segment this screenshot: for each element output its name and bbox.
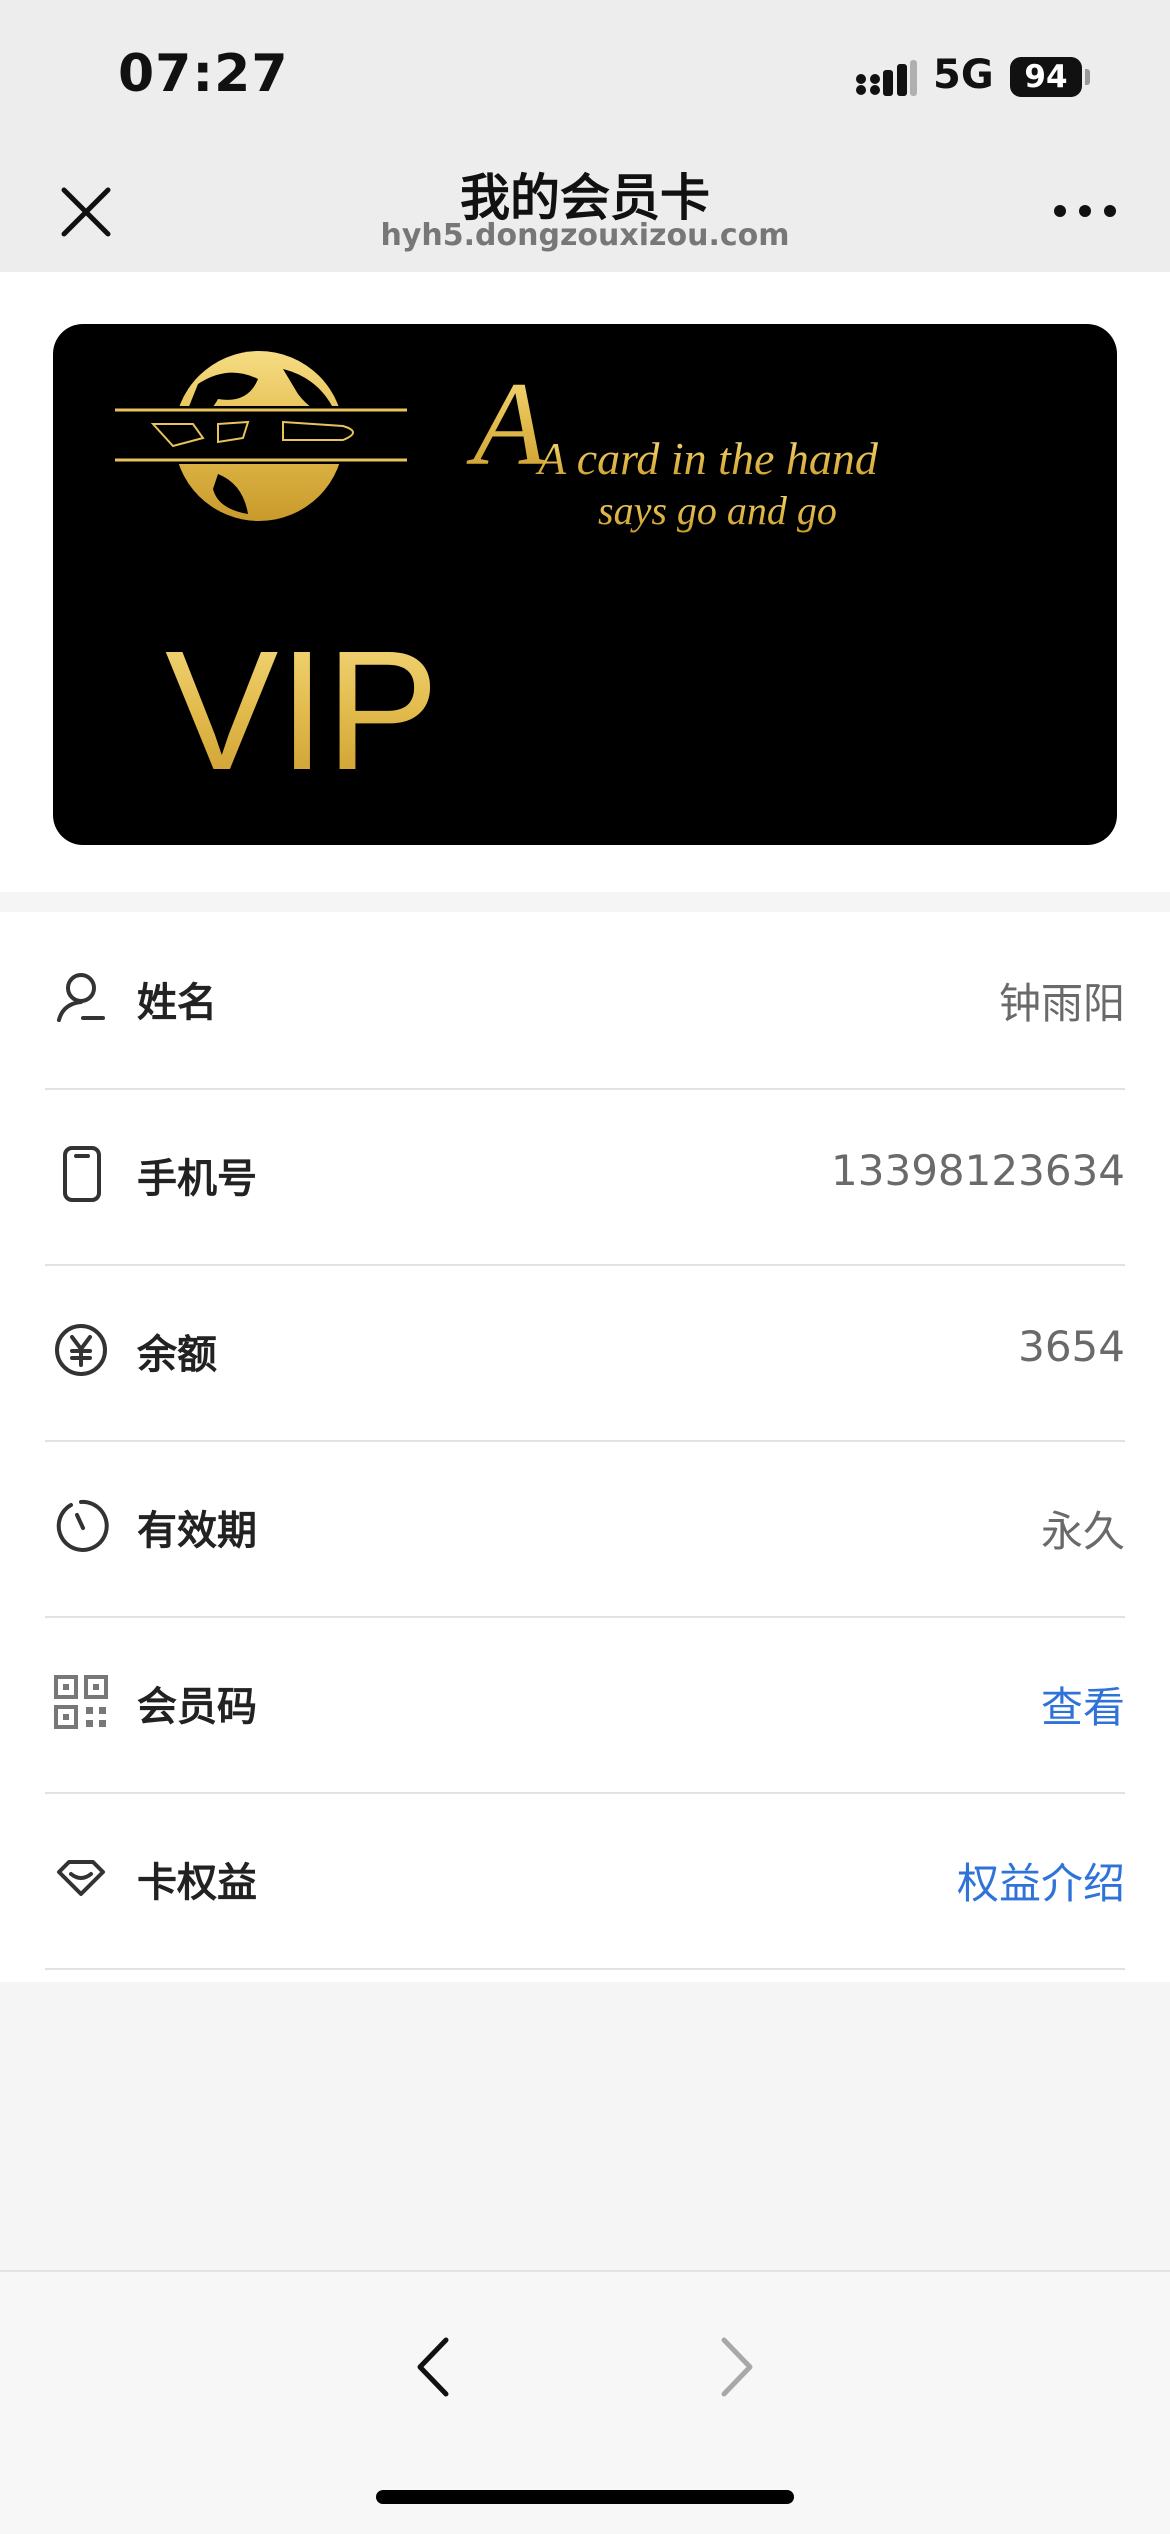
heart-badge-icon	[57, 1860, 105, 1896]
card-section: A A card in the hand says go and go VIP	[0, 272, 1170, 892]
more-icon[interactable]	[1050, 196, 1120, 226]
qrcode-icon	[54, 1675, 108, 1729]
row-card-benefits[interactable]: 卡权益 权益介绍	[45, 1792, 1125, 1970]
row-phone: 手机号 13398123634	[45, 1088, 1125, 1266]
benefits-intro-link[interactable]: 权益介绍	[957, 1850, 1125, 1911]
row-value: 钟雨阳	[998, 979, 1125, 1028]
view-code-link[interactable]: 查看	[1041, 1674, 1125, 1735]
home-indicator	[376, 2490, 794, 2504]
globe-logo	[115, 351, 407, 521]
row-label: 会员码	[137, 1684, 257, 1730]
signal-icon	[856, 60, 917, 96]
vip-card-image: A A card in the hand says go and go VIP	[53, 324, 1117, 845]
forward-arrow-icon[interactable]	[712, 2332, 762, 2402]
nav-bar: 我的会员卡 hyh5.dongzouxizou.com	[0, 150, 1170, 272]
row-label: 卡权益	[137, 1860, 257, 1906]
row-balance: 余额 3654	[45, 1264, 1125, 1442]
network-type: 5G	[933, 52, 994, 98]
yen-icon	[55, 1324, 107, 1376]
member-info-list: 姓名 钟雨阳 手机号 13398123634 余额 3654 有效期 永久 会员…	[0, 912, 1170, 1982]
svg-text:A: A	[466, 357, 547, 490]
row-value: 3654	[1018, 1322, 1125, 1371]
battery-icon: 94	[1010, 57, 1082, 97]
row-label: 余额	[137, 1332, 217, 1378]
phone-icon	[63, 1146, 101, 1202]
card-tagline-line1: A card in the hand	[535, 433, 879, 484]
person-icon	[57, 973, 105, 1022]
back-arrow-icon[interactable]	[408, 2332, 458, 2402]
row-name: 姓名 钟雨阳	[45, 912, 1125, 1090]
row-validity: 有效期 永久	[45, 1440, 1125, 1618]
row-label: 有效期	[137, 1508, 257, 1554]
vip-card-art: A A card in the hand says go and go VIP	[115, 351, 879, 806]
bottom-toolbar	[0, 2270, 1170, 2534]
row-label: 姓名	[137, 980, 217, 1026]
status-time: 07:27	[118, 44, 289, 104]
row-value: 13398123634	[831, 1146, 1125, 1195]
row-value: 永久	[1040, 1507, 1125, 1556]
battery-cap	[1085, 69, 1090, 85]
row-member-code[interactable]: 会员码 查看	[45, 1616, 1125, 1794]
card-vip-text: VIP	[165, 616, 439, 806]
clock-icon	[56, 1499, 109, 1552]
page-url: hyh5.dongzouxizou.com	[380, 218, 790, 253]
card-tagline-line2: says go and go	[598, 488, 837, 533]
status-bar: 07:27 5G 94	[0, 0, 1170, 150]
row-label: 手机号	[137, 1156, 257, 1202]
